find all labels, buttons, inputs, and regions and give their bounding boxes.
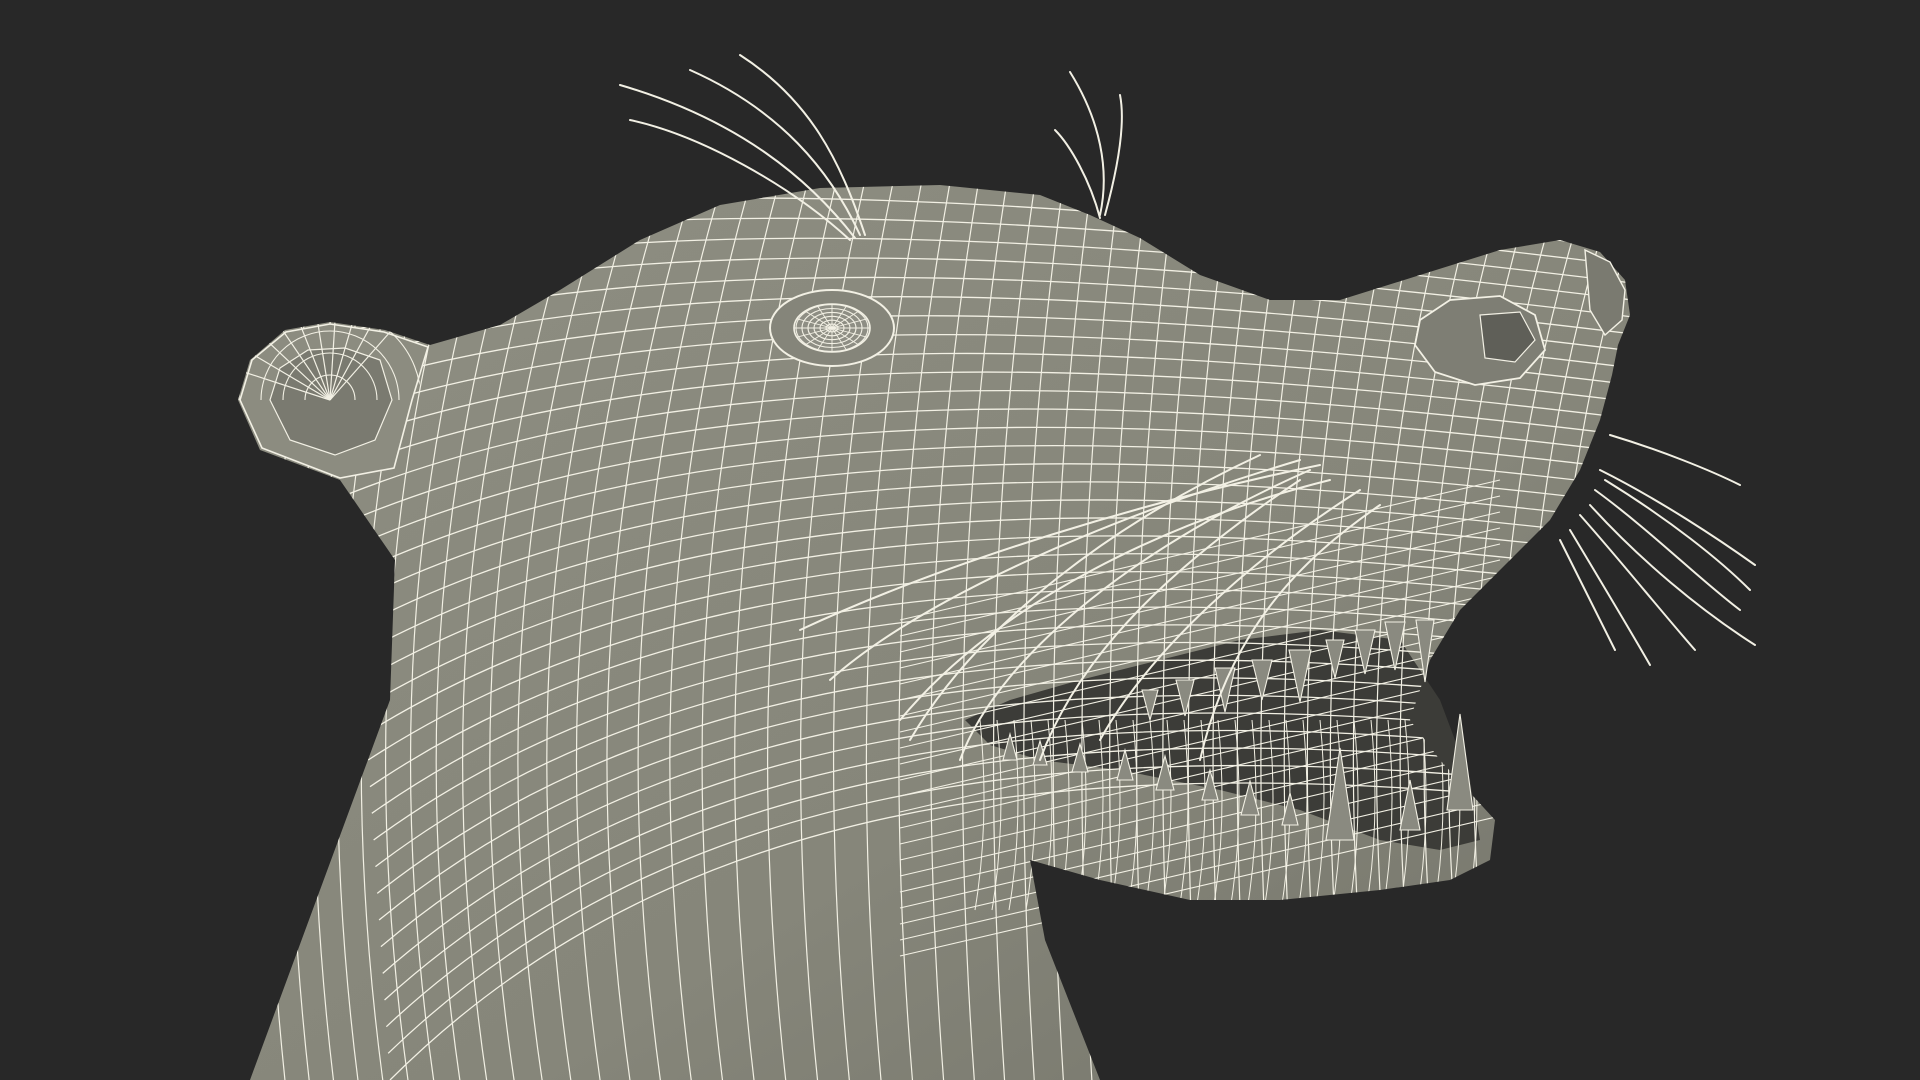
wireframe-render [238, 54, 1756, 1080]
render-viewport [0, 0, 1920, 1080]
eye [769, 289, 895, 367]
ear [238, 322, 429, 479]
animal-head [238, 54, 1756, 1080]
